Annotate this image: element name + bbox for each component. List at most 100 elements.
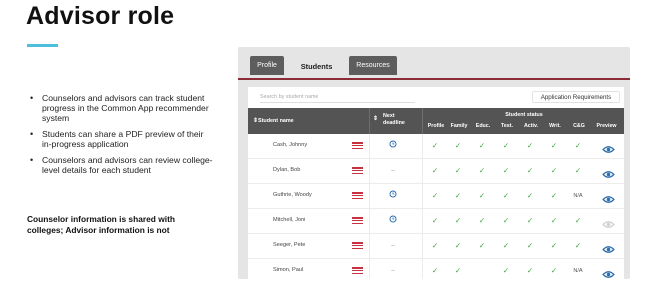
status-cell: ✓ bbox=[478, 216, 486, 225]
student-name[interactable]: Mitchell, Joni bbox=[273, 217, 305, 223]
status-cell: ✓ bbox=[431, 166, 439, 175]
sort-arrows-icon: ⇕ bbox=[373, 116, 379, 122]
eye-icon[interactable] bbox=[602, 216, 615, 234]
status-col-test: Test. bbox=[501, 123, 513, 129]
status-cell: ✓ bbox=[526, 141, 534, 150]
application-requirements-button[interactable]: Application Requirements bbox=[532, 91, 620, 103]
pdf-list-icon[interactable] bbox=[352, 242, 363, 250]
status-cell: ✓ bbox=[502, 216, 510, 225]
bullet-list: • Counselors and advisors can track stude… bbox=[30, 93, 215, 181]
status-cell: ✓ bbox=[502, 266, 510, 275]
table-row[interactable]: Mitchell, Joni ✓ ✓ ✓ ✓ ✓ ✓ ✓ bbox=[248, 209, 624, 234]
status-cell: ✓ bbox=[431, 191, 439, 200]
header-divider bbox=[422, 108, 423, 134]
bullet-dot-icon: • bbox=[30, 155, 34, 165]
bullet-dot-icon: • bbox=[30, 93, 34, 103]
status-cell: ✓ bbox=[574, 166, 582, 175]
status-cell: ✓ bbox=[550, 241, 558, 250]
status-cell: ✓ bbox=[502, 241, 510, 250]
student-name[interactable]: Simon, Paul bbox=[273, 267, 303, 273]
status-cell: ✓ bbox=[431, 241, 439, 250]
eye-icon[interactable] bbox=[602, 241, 615, 259]
bullet-item: • Counselors and advisors can review coll… bbox=[30, 155, 215, 175]
table-row[interactable]: Dylan, Bob – ✓ ✓ ✓ ✓ ✓ ✓ ✓ bbox=[248, 159, 624, 184]
accent-bar bbox=[27, 44, 58, 47]
status-cell: ✓ bbox=[550, 266, 558, 275]
status-cell: ✓ bbox=[478, 166, 486, 175]
status-cell: ✓ bbox=[550, 141, 558, 150]
table-row[interactable]: Guthrie, Woody ✓ ✓ ✓ ✓ ✓ ✓ N/A bbox=[248, 184, 624, 209]
deadline-value: – bbox=[391, 167, 395, 174]
clock-icon bbox=[386, 215, 400, 225]
pdf-list-icon[interactable] bbox=[352, 167, 363, 175]
sort-student-name[interactable]: ⇕Student name bbox=[253, 117, 294, 124]
status-cell: ✓ bbox=[526, 191, 534, 200]
bullet-text: Students can share a PDF preview of thei… bbox=[42, 129, 204, 149]
eye-icon[interactable] bbox=[602, 141, 615, 159]
eye-icon[interactable] bbox=[602, 166, 615, 184]
student-name[interactable]: Cash, Johnny bbox=[273, 142, 307, 148]
status-cell: ✓ bbox=[431, 216, 439, 225]
bullet-item: • Students can share a PDF preview of the… bbox=[30, 129, 215, 149]
status-col-cg: C&G bbox=[573, 123, 585, 129]
status-cell: ✓ bbox=[526, 241, 534, 250]
bullet-text: Counselors and advisors can track studen… bbox=[42, 93, 209, 123]
status-cell: ✓ bbox=[574, 241, 582, 250]
tab-resources[interactable]: Resources bbox=[349, 56, 397, 75]
status-col-activ: Activ. bbox=[523, 123, 539, 129]
status-cell: N/A bbox=[573, 268, 583, 274]
status-cell: ✓ bbox=[550, 191, 558, 200]
status-col-writ: Writ. bbox=[549, 123, 561, 129]
status-cell: ✓ bbox=[574, 141, 582, 150]
table-row[interactable]: Simon, Paul – ✓ ✓ ✓ ✓ ✓ N/A bbox=[248, 259, 624, 279]
status-cell: ✓ bbox=[526, 166, 534, 175]
pdf-list-icon[interactable] bbox=[352, 217, 363, 225]
info-note: Counselor information is shared with col… bbox=[27, 214, 175, 235]
status-cell: ✓ bbox=[454, 141, 462, 150]
next-deadline-header: Next deadline bbox=[383, 113, 405, 126]
tab-underline bbox=[238, 78, 630, 80]
app-screenshot: Profile Students Resources Application R… bbox=[238, 47, 630, 279]
status-cell: ✓ bbox=[502, 166, 510, 175]
status-col-profile: Profile bbox=[427, 123, 445, 129]
eye-icon[interactable] bbox=[602, 266, 615, 279]
status-cell: ✓ bbox=[526, 216, 534, 225]
student-name[interactable]: Guthrie, Woody bbox=[273, 192, 312, 198]
toolbar: Application Requirements bbox=[248, 87, 624, 105]
status-col-preview: Preview bbox=[596, 123, 617, 129]
status-cell: ✓ bbox=[478, 141, 486, 150]
tab-profile[interactable]: Profile bbox=[250, 56, 284, 75]
status-col-family: Family bbox=[450, 123, 468, 129]
status-cell: ✓ bbox=[550, 166, 558, 175]
student-name[interactable]: Seeger, Pete bbox=[273, 242, 305, 248]
tab-students[interactable]: Students bbox=[287, 53, 346, 80]
status-cell: ✓ bbox=[454, 266, 462, 275]
student-status-header: Student status bbox=[505, 112, 543, 118]
pdf-list-icon[interactable] bbox=[352, 267, 363, 275]
status-cell: ✓ bbox=[431, 266, 439, 275]
status-col-educ: Educ. bbox=[475, 123, 491, 129]
status-cell: N/A bbox=[573, 193, 583, 199]
header-divider bbox=[369, 108, 370, 134]
status-cell: ✓ bbox=[454, 166, 462, 175]
pdf-list-icon[interactable] bbox=[352, 192, 363, 200]
deadline-value: – bbox=[391, 242, 395, 249]
search-input[interactable] bbox=[260, 92, 415, 103]
student-name-header: Student name bbox=[258, 118, 294, 124]
students-panel: Application Requirements ⇕Student name ⇕… bbox=[248, 87, 624, 279]
status-cell: ✓ bbox=[478, 191, 486, 200]
bullet-dot-icon: • bbox=[30, 129, 34, 139]
eye-icon[interactable] bbox=[602, 191, 615, 209]
student-name[interactable]: Dylan, Bob bbox=[273, 167, 300, 173]
table-row[interactable]: Seeger, Pete – ✓ ✓ ✓ ✓ ✓ ✓ ✓ bbox=[248, 234, 624, 259]
status-cell: ✓ bbox=[431, 141, 439, 150]
pdf-list-icon[interactable] bbox=[352, 142, 363, 150]
slide-title: Advisor role bbox=[26, 2, 175, 30]
tab-bar: Profile Students Resources bbox=[238, 47, 630, 80]
clock-icon bbox=[386, 140, 400, 150]
deadline-value: – bbox=[391, 267, 395, 274]
clock-icon bbox=[386, 190, 400, 200]
status-cell: ✓ bbox=[454, 216, 462, 225]
table-row[interactable]: Cash, Johnny ✓ ✓ ✓ ✓ ✓ ✓ ✓ bbox=[248, 134, 624, 159]
status-cell: ✓ bbox=[454, 241, 462, 250]
